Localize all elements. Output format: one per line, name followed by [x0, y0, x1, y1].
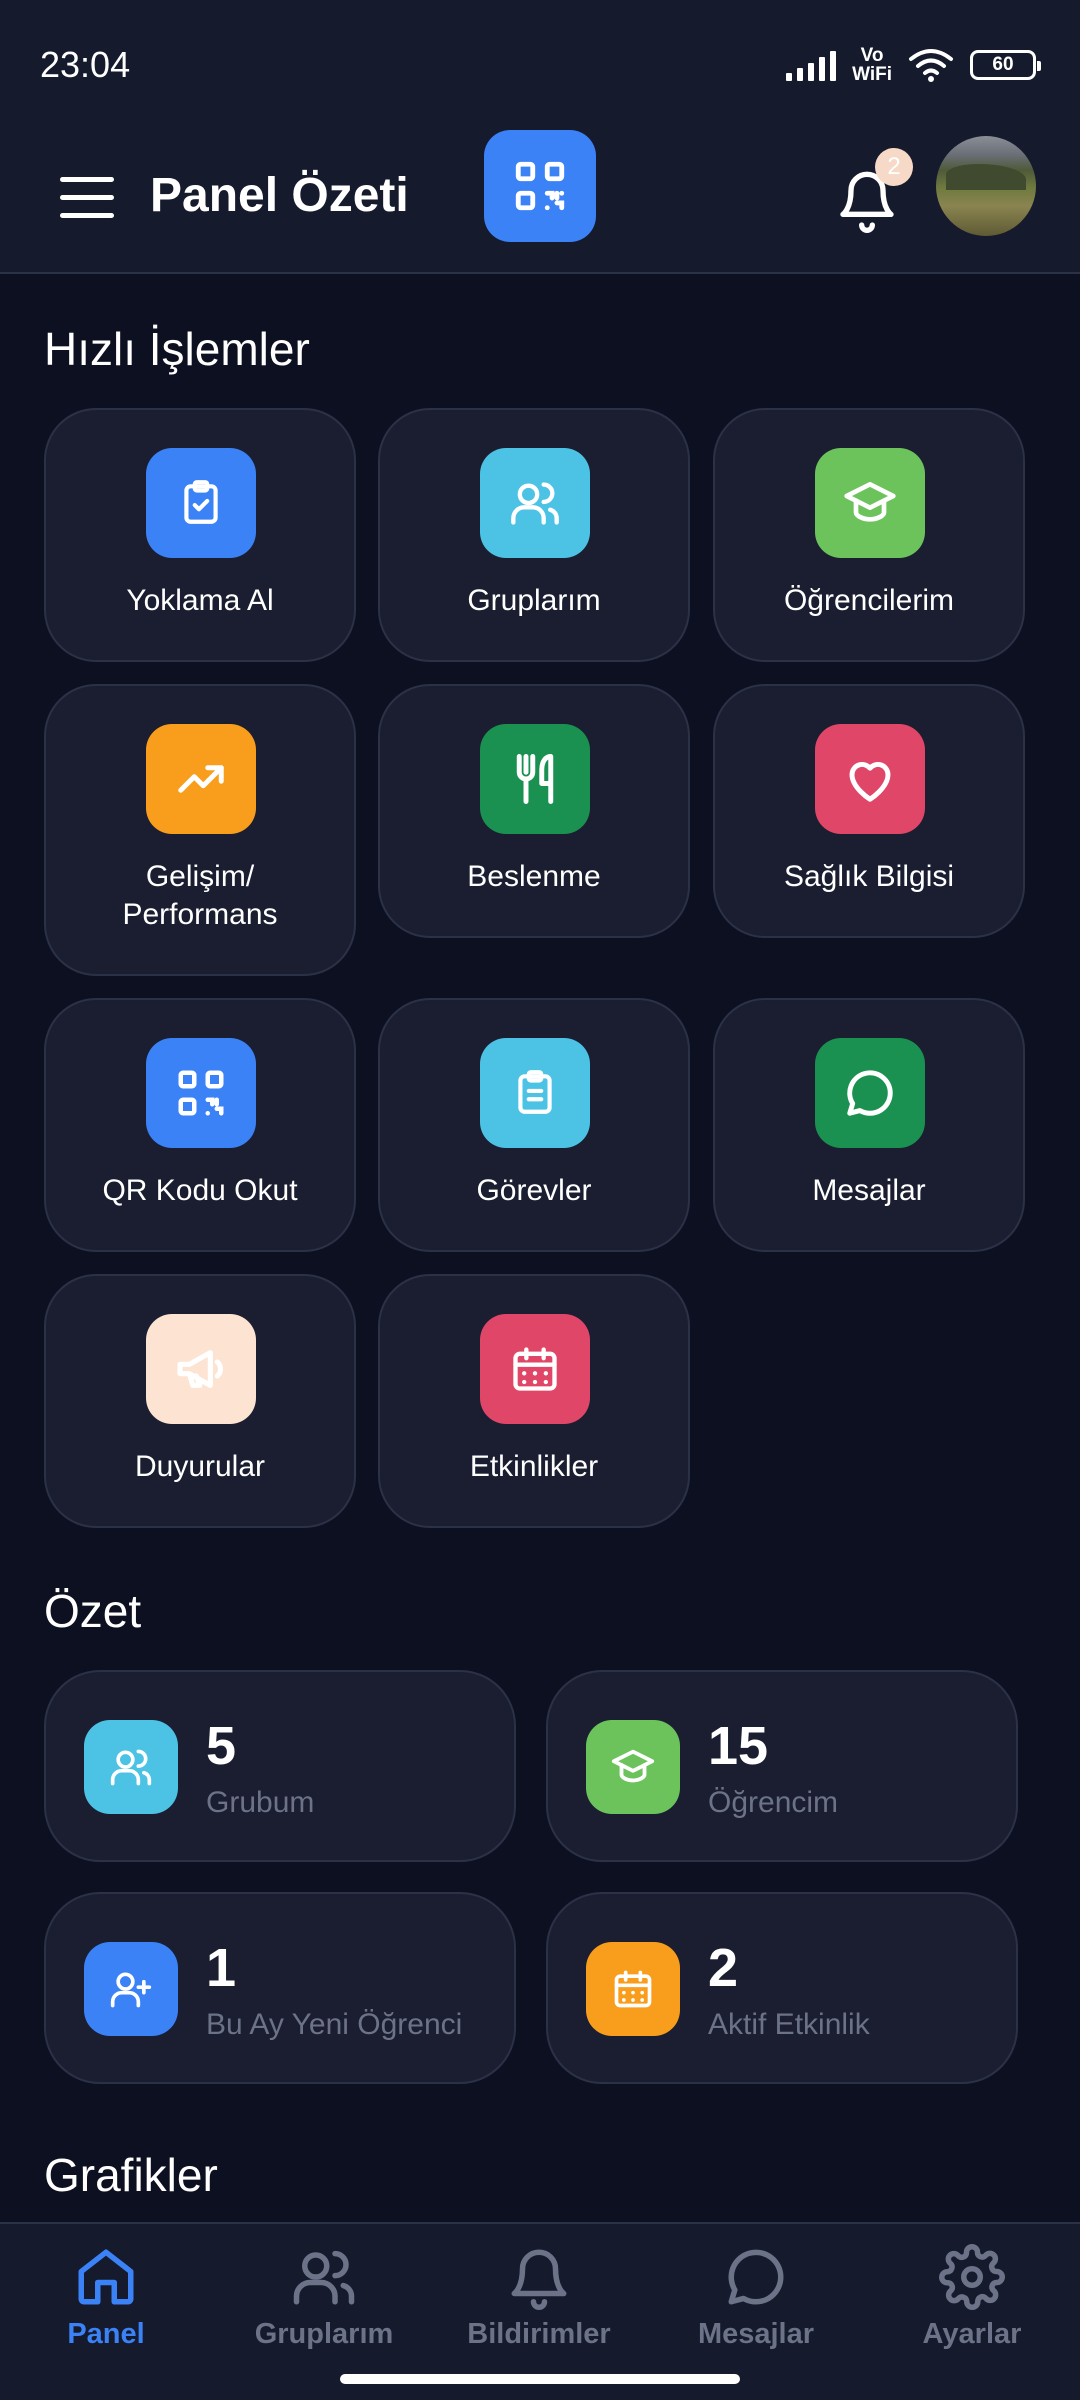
nav-label: Panel — [67, 2318, 145, 2350]
qr-scan-button[interactable] — [484, 130, 596, 242]
calendar-icon — [586, 1942, 680, 2036]
message-circle-icon — [728, 2249, 784, 2305]
nav-item-bildirimler[interactable]: Bildirimler — [439, 2244, 639, 2364]
clipboard-check-icon — [146, 448, 256, 558]
tile-saglik-bilgisi[interactable]: Sağlık Bilgisi — [713, 684, 1025, 938]
notifications-button[interactable]: 2 — [835, 148, 913, 238]
tile-qr-kodu-okut[interactable]: QR Kodu Okut — [44, 998, 356, 1252]
stat-caption: Bu Ay Yeni Öğrenci — [206, 2008, 463, 2041]
nav-item-gruplarim[interactable]: Gruplarım — [224, 2244, 424, 2364]
stat-caption: Aktif Etkinlik — [708, 2008, 870, 2041]
calendar-icon — [480, 1314, 590, 1424]
status-icons: Vo WiFi 60 — [786, 40, 1041, 90]
stat-caption: Grubum — [206, 1786, 315, 1819]
trending-up-icon — [146, 724, 256, 834]
status-bar: 23:04 Vo WiFi 60 — [0, 0, 1080, 122]
stat-value: 2 — [708, 1938, 739, 1998]
nav-item-mesajlar[interactable]: Mesajlar — [656, 2244, 856, 2364]
tile-label: Sağlık Bilgisi — [783, 860, 955, 893]
tile-label: Etkinlikler — [469, 1450, 599, 1483]
screen: 23:04 Vo WiFi 60 Panel Özeti 2 Hızlı İşl… — [0, 0, 1080, 2400]
stat-caption: Öğrencim — [708, 1786, 839, 1819]
nav-label: Bildirimler — [467, 2318, 611, 2350]
signal-icon — [786, 49, 837, 81]
battery-icon: 60 — [970, 50, 1041, 80]
tile-label: QR Kodu Okut — [102, 1174, 298, 1207]
tile-label: Mesajlar — [812, 1174, 926, 1207]
qr-code-icon — [146, 1038, 256, 1148]
graduation-cap-icon — [586, 1720, 680, 1814]
status-time: 23:04 — [40, 44, 131, 85]
home-indicator[interactable] — [340, 2374, 740, 2384]
tile-yoklama-al[interactable]: Yoklama Al — [44, 408, 356, 662]
tile-mesajlar[interactable]: Mesajlar — [713, 998, 1025, 1252]
avatar[interactable] — [936, 136, 1036, 236]
summary-title: Özet — [44, 1585, 142, 1637]
tile-gelisim-performans[interactable]: Gelişim/ Performans — [44, 684, 356, 976]
nav-label: Gruplarım — [254, 2318, 394, 2350]
user-plus-icon — [84, 1942, 178, 2036]
menu-icon — [60, 176, 114, 182]
clipboard-list-icon — [480, 1038, 590, 1148]
home-icon — [78, 2249, 134, 2305]
tile-gorevler[interactable]: Görevler — [378, 998, 690, 1252]
heart-icon — [815, 724, 925, 834]
utensils-icon — [480, 724, 590, 834]
megaphone-icon — [146, 1314, 256, 1424]
menu-button[interactable] — [60, 162, 114, 232]
stat-value: 15 — [708, 1716, 769, 1776]
stat-card-new-students[interactable]: 1 Bu Ay Yeni Öğrenci — [44, 1892, 516, 2084]
users-icon — [480, 448, 590, 558]
nav-item-ayarlar[interactable]: Ayarlar — [872, 2244, 1072, 2364]
tile-label: Görevler — [476, 1174, 592, 1207]
quick-actions-title: Hızlı İşlemler — [44, 323, 310, 375]
charts-title: Grafikler — [44, 2149, 218, 2201]
users-icon — [293, 2250, 355, 2305]
app-header: Panel Özeti 2 — [0, 122, 1080, 274]
page-title: Panel Özeti — [150, 169, 409, 222]
tile-ogrencilerim[interactable]: Öğrencilerim — [713, 408, 1025, 662]
gear-icon — [939, 2244, 1005, 2310]
tile-label: Duyurular — [134, 1450, 266, 1483]
graduation-cap-icon — [815, 448, 925, 558]
tile-label: Gruplarım — [467, 584, 601, 617]
tile-label: Gelişim/ Performans — [122, 860, 278, 931]
nav-label: Mesajlar — [697, 2318, 815, 2350]
vowifi-indicator: Vo WiFi — [852, 45, 892, 85]
tile-label: Beslenme — [467, 860, 601, 893]
tile-beslenme[interactable]: Beslenme — [378, 684, 690, 938]
tile-label: Yoklama Al — [126, 584, 274, 617]
notification-badge: 2 — [875, 148, 913, 186]
stat-value: 5 — [206, 1716, 237, 1776]
stat-card-students[interactable]: 15 Öğrencim — [546, 1670, 1018, 1862]
tile-duyurular[interactable]: Duyurular — [44, 1274, 356, 1528]
qr-code-icon — [515, 161, 565, 211]
stat-card-active-events[interactable]: 2 Aktif Etkinlik — [546, 1892, 1018, 2084]
nav-label: Ayarlar — [922, 2318, 1022, 2350]
stat-card-groups[interactable]: 5 Grubum — [44, 1670, 516, 1862]
tile-label: Öğrencilerim — [783, 584, 955, 617]
wifi-icon — [909, 49, 953, 82]
tile-etkinlikler[interactable]: Etkinlikler — [378, 1274, 690, 1528]
tile-gruplarim[interactable]: Gruplarım — [378, 408, 690, 662]
users-icon — [84, 1720, 178, 1814]
bell-icon — [511, 2249, 567, 2310]
message-circle-icon — [815, 1038, 925, 1148]
stat-value: 1 — [206, 1938, 237, 1998]
nav-item-panel[interactable]: Panel — [6, 2244, 206, 2364]
